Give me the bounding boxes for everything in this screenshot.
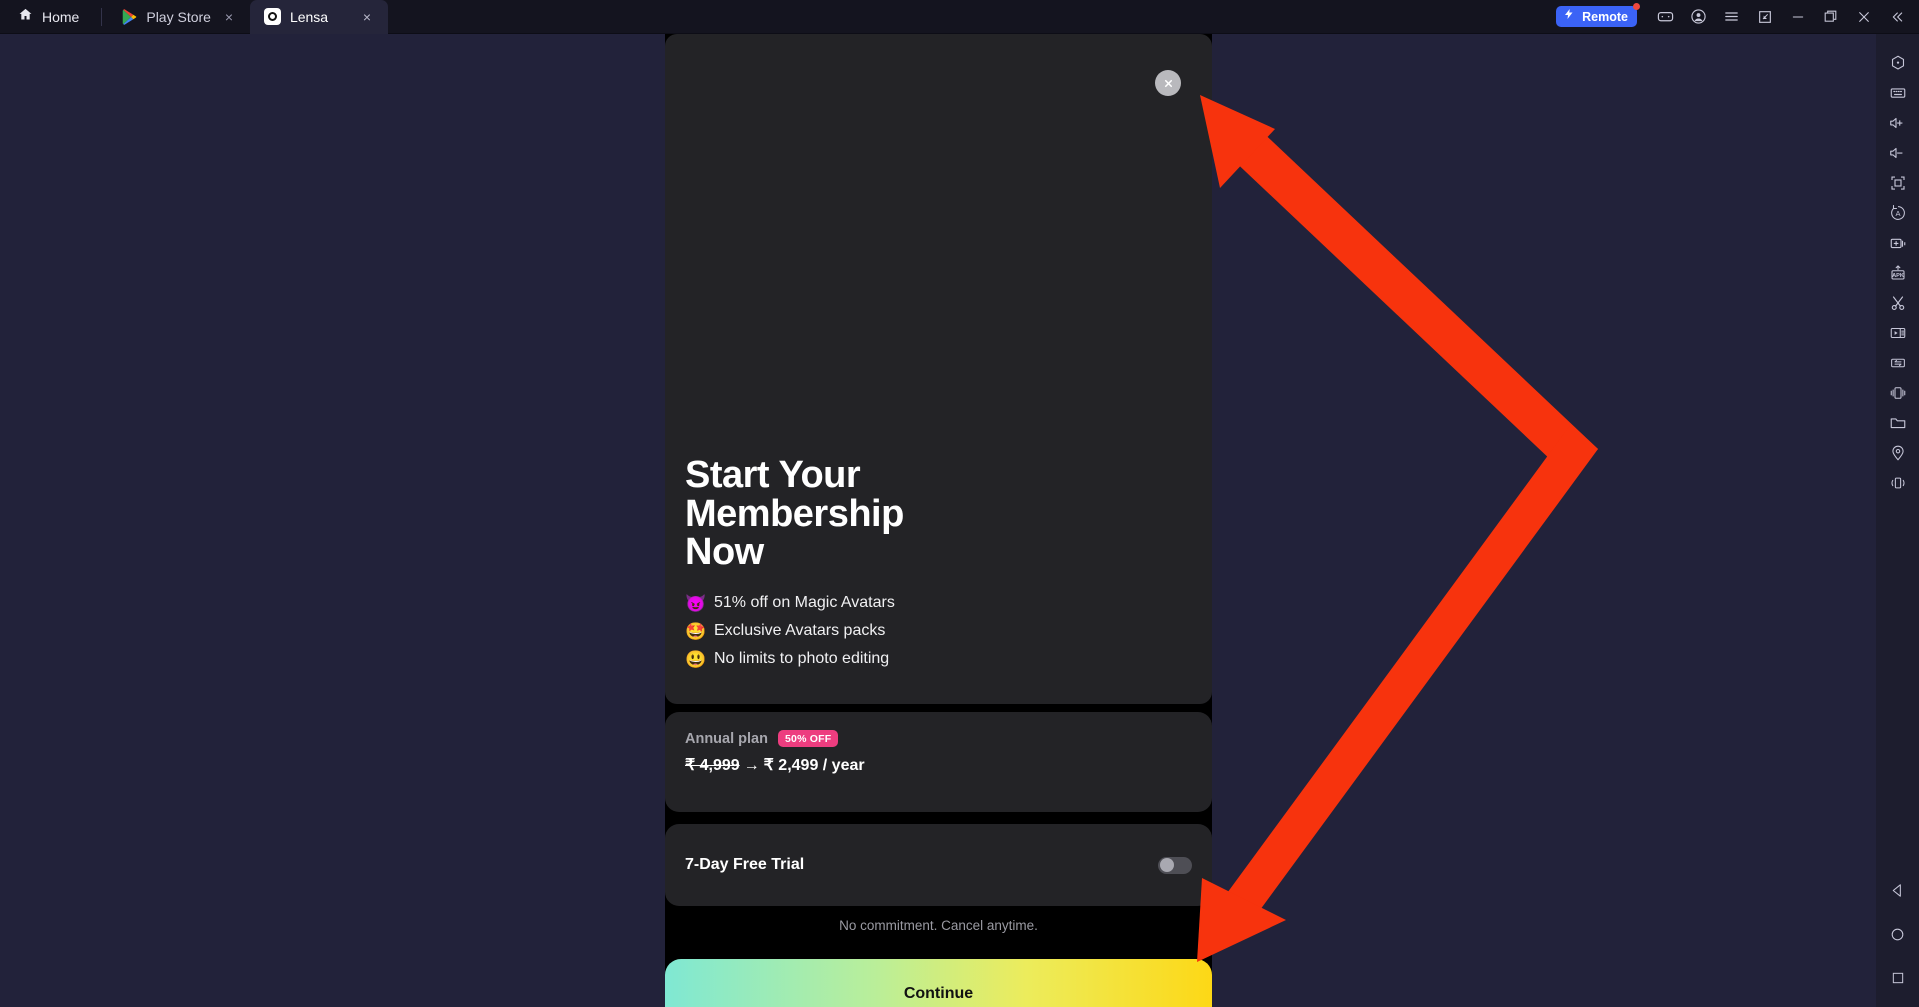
remote-button[interactable]: Remote (1556, 3, 1640, 27)
feature-label: Exclusive Avatars packs (714, 622, 886, 639)
phone-screen: Start Your Membership Now 😈 51% off on M… (665, 34, 1212, 1007)
play-store-icon (122, 8, 137, 25)
free-trial-label: 7-Day Free Trial (685, 856, 805, 873)
fullscreen-frame-icon[interactable] (1876, 168, 1919, 198)
remote-label: Remote (1582, 9, 1628, 24)
tab-close-icon[interactable]: × (220, 8, 238, 26)
gamepad-icon[interactable] (1649, 0, 1682, 34)
lensa-icon (263, 8, 281, 25)
minimize-icon[interactable] (1781, 0, 1814, 34)
tool-rail: A APK (1876, 34, 1919, 1007)
free-trial-toggle[interactable] (1158, 856, 1192, 874)
volume-down-icon[interactable] (1876, 138, 1919, 168)
home-tab-button[interactable]: Home (0, 0, 95, 34)
back-triangle-icon[interactable] (1876, 875, 1919, 905)
price-arrow-icon: → (743, 757, 760, 774)
window-controls: Remote (1556, 0, 1919, 34)
plan-card-annual[interactable]: Annual plan 50% OFF ₹ 4,999 → ₹ 2,499 / ye… (665, 712, 1212, 812)
scissors-icon[interactable] (1876, 288, 1919, 318)
feature-label: No limits to photo editing (714, 650, 890, 667)
svg-text:A: A (1895, 209, 1900, 218)
continue-label: Continue (903, 985, 974, 1002)
maximize-icon[interactable] (1814, 0, 1847, 34)
title-bar: Home Play Store × Lensa × Remote (0, 0, 1919, 34)
tab-play-store[interactable]: Play Store × (108, 0, 250, 34)
emulator-stage: Start Your Membership Now 😈 51% off on M… (0, 34, 1876, 1007)
keyboard-icon[interactable] (1876, 78, 1919, 108)
folder-icon[interactable] (1876, 408, 1919, 438)
star-struck-emoji-icon: 🤩 (685, 621, 707, 641)
recents-square-icon[interactable] (1876, 963, 1919, 993)
auto-rotate-icon[interactable]: A (1876, 198, 1919, 228)
toggle-knob (1159, 858, 1174, 872)
page-title: Start Your Membership Now (685, 453, 904, 574)
tab-label: Play Store (146, 8, 211, 25)
location-pin-icon[interactable] (1876, 438, 1919, 468)
modal-close-button[interactable] (1155, 70, 1181, 96)
commitment-note: No commitment. Cancel anytime. (839, 918, 1038, 933)
collapse-chevrons-icon[interactable] (1880, 0, 1913, 34)
lightning-bolt-icon (1563, 7, 1575, 26)
plan-name: Annual plan (685, 730, 768, 747)
feature-row: 🤩 Exclusive Avatars packs (685, 622, 1192, 640)
tab-label: Lensa (289, 8, 329, 25)
grinning-emoji-icon: 😃 (685, 649, 707, 669)
add-screen-icon[interactable] (1876, 228, 1919, 258)
volume-up-icon[interactable] (1876, 108, 1919, 138)
home-icon (18, 7, 33, 27)
home-label: Home (42, 8, 80, 25)
tabbar-divider (101, 7, 103, 26)
app-window: Home Play Store × Lensa × Remote Start Y… (0, 0, 1919, 1007)
apk-install-icon[interactable]: APK (1876, 258, 1919, 288)
free-trial-row[interactable]: 7-Day Free Trial (665, 824, 1212, 906)
plan-price: ₹ 4,999 → ₹ 2,499 / year (685, 755, 1192, 775)
home-circle-icon[interactable] (1876, 919, 1919, 949)
paywall-hero: Start Your Membership Now 😈 51% off on M… (665, 34, 1212, 704)
close-icon[interactable] (1847, 0, 1880, 34)
shake-icon[interactable] (1876, 378, 1919, 408)
feature-label: 51% off on Magic Avatars (714, 594, 895, 611)
paywall-copy: Start Your Membership Now 😈 51% off on M… (685, 453, 1192, 678)
svg-text:APK: APK (1892, 273, 1904, 279)
fullscreen-icon[interactable] (1748, 0, 1781, 34)
video-panel-icon[interactable] (1876, 318, 1919, 348)
feature-row: 😈 51% off on Magic Avatars (685, 594, 1192, 612)
transfer-icon[interactable] (1876, 348, 1919, 378)
hamburger-menu-icon[interactable] (1715, 0, 1748, 34)
vibrate-icon[interactable] (1876, 468, 1919, 498)
feature-row: 😃 No limits to photo editing (685, 650, 1192, 668)
tab-lensa[interactable]: Lensa × (249, 0, 388, 34)
notification-dot (1633, 3, 1640, 10)
plan-header: Annual plan 50% OFF (685, 730, 1192, 747)
continue-button[interactable]: Continue (665, 959, 1212, 1007)
hexagon-dot-icon[interactable] (1876, 48, 1919, 78)
account-icon[interactable] (1682, 0, 1715, 34)
discounted-price: ₹ 2,499 / year (763, 757, 865, 774)
tab-close-icon[interactable]: × (358, 8, 376, 26)
discount-badge: 50% OFF (777, 730, 839, 747)
original-price: ₹ 4,999 (685, 757, 740, 774)
devil-emoji-icon: 😈 (685, 593, 707, 613)
